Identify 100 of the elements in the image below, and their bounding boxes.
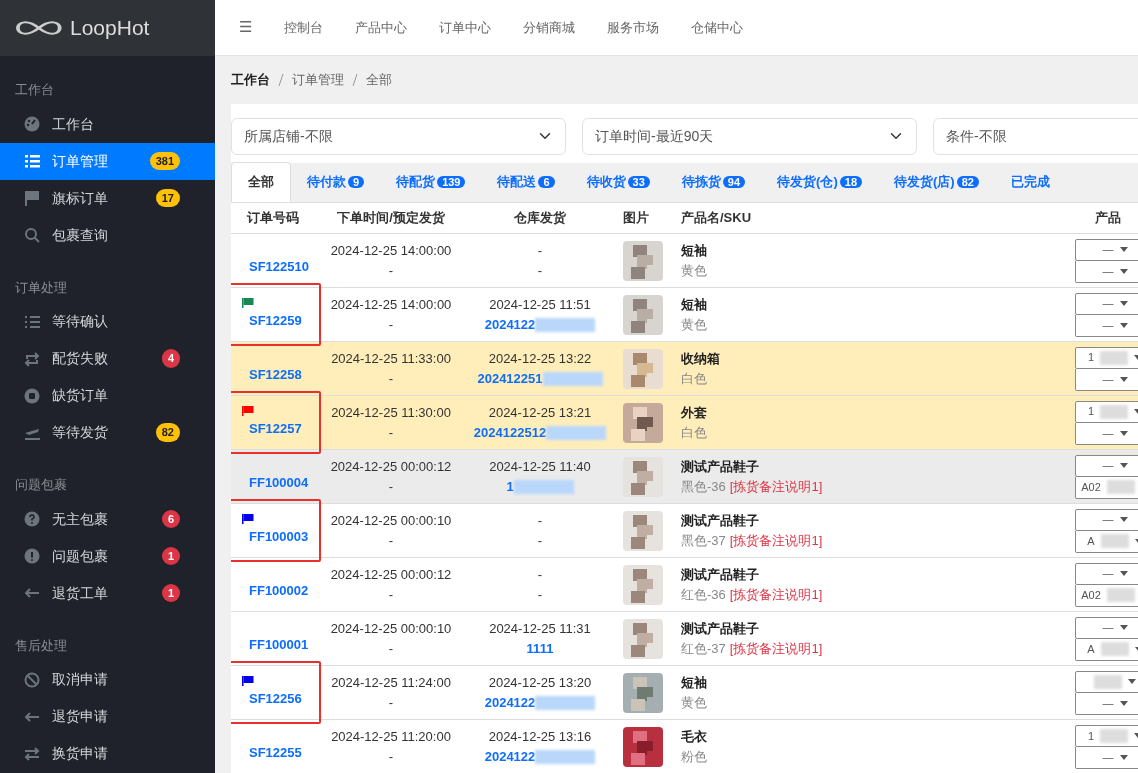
select-field[interactable]: — <box>1075 292 1138 315</box>
order-time: 2024-12-25 11:20:00 <box>330 728 452 747</box>
nav-link[interactable]: 服务市场 <box>607 17 660 38</box>
nav-link[interactable]: 分销商城 <box>523 17 576 38</box>
select-field[interactable]: 1 <box>1075 400 1138 423</box>
sidebar-item[interactable]: 订单管理 381 <box>0 142 215 180</box>
product-name: 测试产品鞋子 <box>681 512 760 530</box>
sidebar-item-label: 配货失败 <box>52 349 108 368</box>
select-value: — <box>1102 620 1114 636</box>
order-number-link[interactable]: SF12256 <box>249 690 302 706</box>
select-field[interactable]: — <box>1075 562 1138 585</box>
sidebar-item-label: 工作台 <box>52 114 94 134</box>
swap-icon <box>24 745 40 762</box>
caret-icon <box>1119 268 1128 274</box>
select-field[interactable]: — <box>1075 616 1138 639</box>
nav-link[interactable]: 产品中心 <box>355 17 408 38</box>
ship-time: - <box>536 512 544 530</box>
tab[interactable]: 待发货(店) 82 <box>878 162 995 202</box>
select-field[interactable]: 1 <box>1075 724 1138 747</box>
tab[interactable]: 待付款 9 <box>291 162 381 202</box>
select-field[interactable]: — <box>1075 692 1138 715</box>
select-field[interactable]: A <box>1075 638 1138 661</box>
sidebar-item[interactable]: 取消申请 <box>0 661 215 698</box>
tab[interactable]: 待拣货 94 <box>665 162 762 202</box>
filter-select[interactable]: 订单时间-最近90天 <box>582 117 917 155</box>
sidebar-item[interactable]: 包裹查询 <box>0 216 215 254</box>
sku-text: 粉色 <box>681 747 707 766</box>
sidebar-item-label: 取消申请 <box>52 670 108 689</box>
checklist-icon <box>24 313 40 330</box>
breadcrumb-item[interactable]: 订单管理 <box>292 70 344 90</box>
sidebar-item[interactable]: 等待发货 82 <box>0 414 215 451</box>
menu-icon[interactable]: ☰ <box>239 16 253 39</box>
order-number-link[interactable]: SF12258 <box>249 366 302 382</box>
tracking-number-link[interactable]: 2024122 <box>484 748 536 764</box>
count-badge: 6 <box>538 176 555 189</box>
sidebar-item[interactable]: 工作台 <box>0 105 215 143</box>
tab[interactable]: 待配货 139 <box>380 162 482 202</box>
tab[interactable]: 已完成 <box>994 162 1066 202</box>
sidebar-item[interactable]: 缺货订单 <box>0 377 215 414</box>
select-field[interactable]: A02 <box>1075 584 1138 607</box>
select-field[interactable]: — <box>1075 746 1138 769</box>
sidebar-item[interactable]: 等待确认 <box>0 303 215 340</box>
order-number-link[interactable]: SF12259 <box>249 312 302 328</box>
select-field[interactable] <box>1075 670 1138 693</box>
select-field[interactable]: — <box>1075 260 1138 283</box>
planned-ship-time: - <box>387 747 395 766</box>
product-name: 测试产品鞋子 <box>681 458 760 476</box>
nav-link[interactable]: 订单中心 <box>439 17 492 38</box>
tracking-number-link[interactable]: 2024122 <box>484 694 536 710</box>
tab[interactable]: 待收货 33 <box>570 162 666 202</box>
product-name: 测试产品鞋子 <box>681 566 760 584</box>
caret-icon <box>1128 679 1136 684</box>
order-number-link[interactable]: FF100002 <box>249 582 309 598</box>
tracking-number-link[interactable]: 1 <box>506 478 514 494</box>
tab[interactable]: 全部 <box>231 161 291 202</box>
sidebar-item[interactable]: 旗标订单 17 <box>0 179 215 217</box>
sidebar-item[interactable]: 退货申请 <box>0 698 215 735</box>
tracking-number-link[interactable]: 1111 <box>526 640 554 656</box>
breadcrumb-separator-icon <box>352 72 358 87</box>
order-number-link[interactable]: FF100003 <box>249 528 309 544</box>
select-field[interactable]: — <box>1075 508 1138 531</box>
sidebar-section-heading: 售后处理 <box>14 636 68 655</box>
order-number-link[interactable]: SF12257 <box>249 420 302 436</box>
order-number-link[interactable]: SF122510 <box>249 258 309 274</box>
tracking-number-link[interactable]: 2024122512 <box>473 424 547 440</box>
count-badge: 381 <box>149 151 180 171</box>
ship-time: - <box>536 242 544 260</box>
select-field[interactable]: — <box>1075 422 1138 445</box>
tracking-number: - <box>537 586 543 602</box>
tab[interactable]: 待发货(仓) 18 <box>761 162 879 202</box>
select-field[interactable]: A <box>1075 530 1138 553</box>
sidebar-item[interactable]: 配货失败 4 <box>0 340 215 377</box>
tracking-number-link[interactable]: 2024122 <box>484 316 536 332</box>
select-field[interactable]: A02 <box>1075 476 1138 499</box>
select-field[interactable]: 1 <box>1075 346 1138 369</box>
tracking-number: - <box>537 532 543 548</box>
order-number-link[interactable]: SF12255 <box>249 745 302 760</box>
select-field[interactable]: — <box>1075 454 1138 477</box>
select-value: A <box>1087 533 1095 549</box>
filter-select[interactable]: 条件-不限 <box>933 117 1138 155</box>
nav-link[interactable]: 控制台 <box>284 17 324 38</box>
sidebar-item-label: 订单管理 <box>52 151 108 171</box>
caret-icon <box>1119 247 1128 252</box>
sidebar-item-label: 退货工单 <box>52 583 108 603</box>
select-field[interactable]: — <box>1075 238 1138 261</box>
select-field[interactable]: — <box>1075 314 1138 337</box>
tab[interactable]: 待配送 6 <box>481 162 571 202</box>
sidebar-item[interactable]: 问题包裹 1 <box>0 537 215 575</box>
sidebar-item[interactable]: 换货申请 <box>0 735 215 772</box>
sidebar-item-label: 缺货订单 <box>52 386 108 405</box>
sidebar-item[interactable]: 无主包裹 6 <box>0 500 215 538</box>
select-value: 1 <box>1087 404 1095 420</box>
filter-select[interactable]: 所属店铺-不限 <box>231 117 566 155</box>
order-number-link[interactable]: FF100001 <box>249 636 309 652</box>
select-field[interactable]: — <box>1075 368 1138 391</box>
order-number-link[interactable]: FF100004 <box>249 474 309 490</box>
tracking-number-link[interactable]: 202412251 <box>477 370 543 386</box>
nav-link[interactable]: 仓储中心 <box>691 17 744 38</box>
sidebar-item[interactable]: 退货工单 1 <box>0 574 215 612</box>
breadcrumb-item[interactable]: 工作台 <box>231 70 270 90</box>
